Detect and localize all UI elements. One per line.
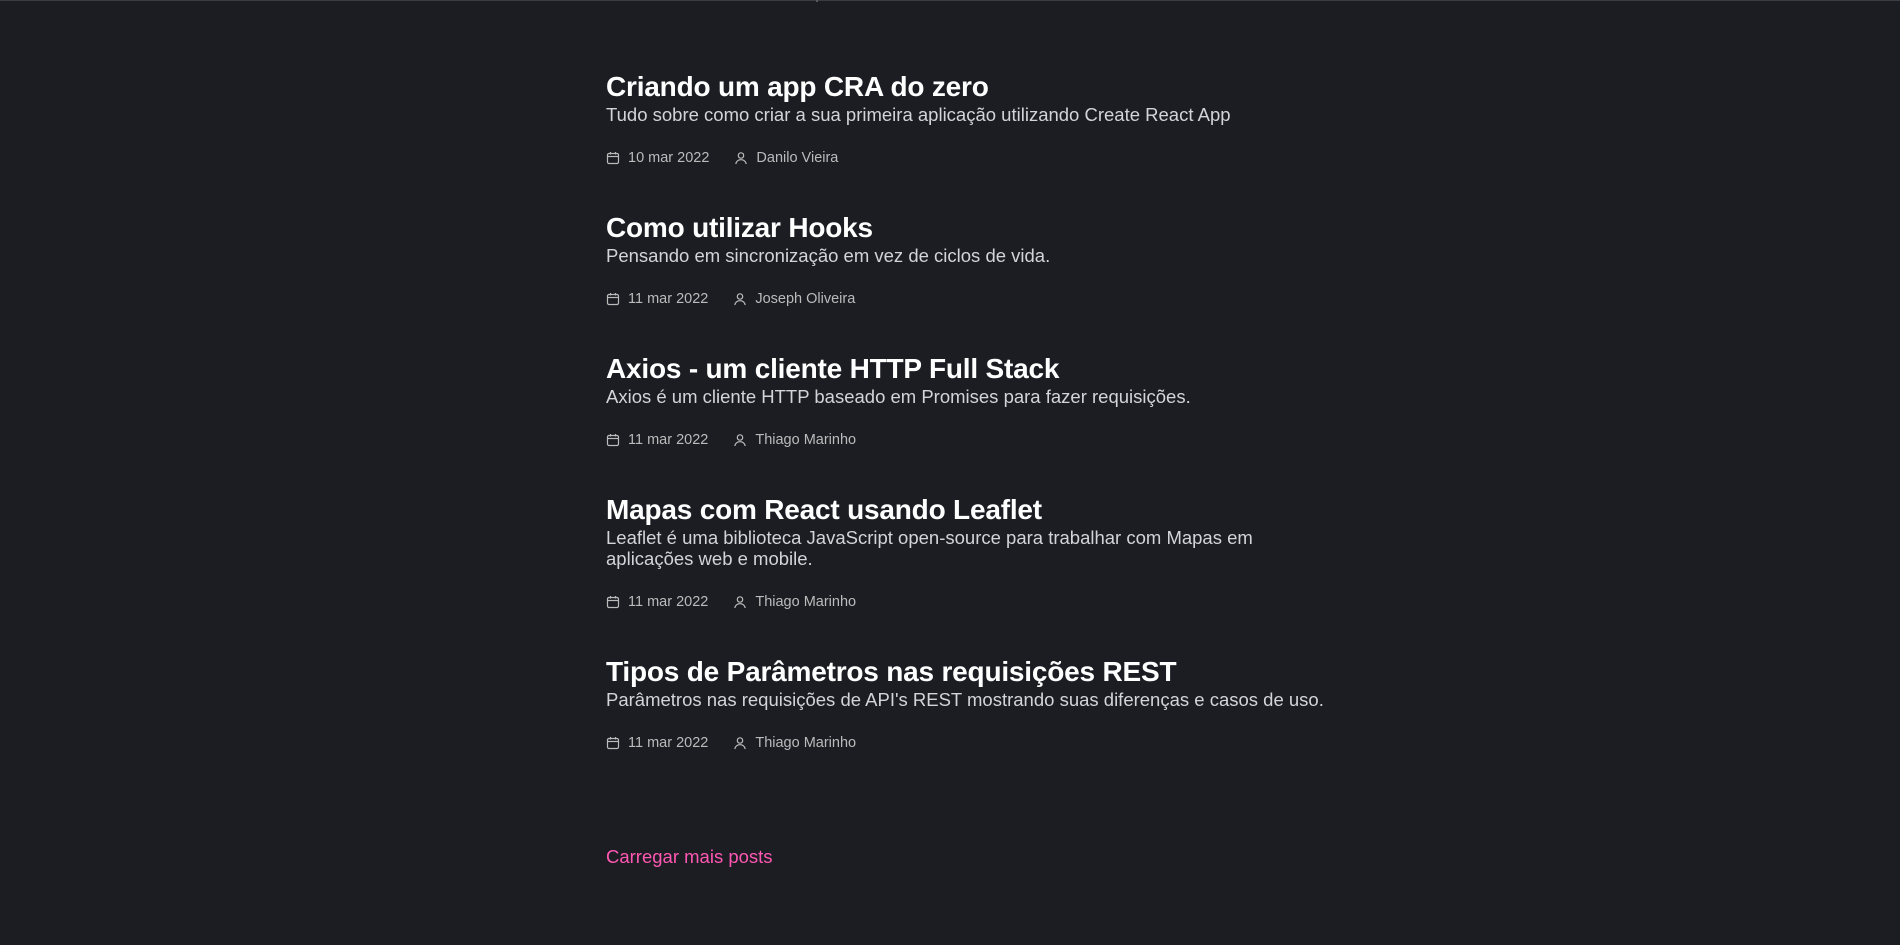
post-card[interactable]: Tipos de Parâmetros nas requisições REST… (606, 655, 1326, 752)
post-meta: 11 mar 2022 Joseph Oliveira (606, 290, 1326, 308)
post-card[interactable]: Criando um app CRA do zero Tudo sobre co… (606, 70, 1326, 167)
post-date: 11 mar 2022 (606, 431, 708, 449)
post-author: Danilo Vieira (734, 149, 838, 167)
post-subtitle: Pensando em sincronização em vez de cicl… (606, 245, 1051, 266)
calendar-icon (606, 736, 620, 750)
post-title[interactable]: Como utilizar Hooks (606, 211, 1326, 244)
post-meta: 11 mar 2022 Thiago Marinho (606, 593, 1326, 611)
post-author-name: Thiago Marinho (755, 432, 857, 448)
post-author-name: Joseph Oliveira (755, 291, 856, 307)
post-subtitle: Axios é um cliente HTTP baseado em Promi… (606, 386, 1191, 407)
user-icon (733, 736, 747, 750)
calendar-icon (606, 433, 620, 447)
user-icon (734, 151, 748, 165)
post-date-text: 10 mar 2022 (628, 150, 710, 166)
post-card[interactable]: Como utilizar Hooks Pensando em sincroni… (606, 211, 1326, 308)
post-card[interactable]: Axios - um cliente HTTP Full Stack Axios… (606, 352, 1326, 449)
post-author: Thiago Marinho (733, 593, 856, 611)
post-list: Criando um app CRA do zero Tudo sobre co… (606, 70, 1326, 796)
calendar-icon (606, 151, 620, 165)
post-date: 10 mar 2022 (606, 149, 709, 167)
post-card[interactable]: Mapas com React usando Leaflet Leaflet é… (606, 493, 1326, 611)
post-meta: 10 mar 2022 Danilo Vieira (606, 149, 1326, 167)
post-subtitle: Leaflet é uma biblioteca JavaScript open… (606, 527, 1253, 569)
calendar-icon (606, 595, 620, 609)
post-title[interactable]: Criando um app CRA do zero (606, 70, 1326, 103)
post-title[interactable]: Axios - um cliente HTTP Full Stack (606, 352, 1326, 385)
post-date-text: 11 mar 2022 (628, 432, 709, 448)
post-date-text: 11 mar 2022 (628, 594, 709, 610)
post-meta: 11 mar 2022 Thiago Marinho (606, 431, 1326, 449)
post-title[interactable]: Mapas com React usando Leaflet (606, 493, 1326, 526)
post-author-name: Thiago Marinho (755, 735, 857, 751)
post-date-text: 11 mar 2022 (628, 291, 709, 307)
post-date: 11 mar 2022 (606, 593, 708, 611)
calendar-icon (606, 292, 620, 306)
post-author: Thiago Marinho (733, 431, 856, 449)
post-subtitle: Tudo sobre como criar a sua primeira apl… (606, 104, 1231, 125)
post-meta: 11 mar 2022 Thiago Marinho (606, 734, 1326, 752)
user-icon (733, 433, 747, 447)
post-date: 11 mar 2022 (606, 734, 708, 752)
post-date: 11 mar 2022 (606, 290, 708, 308)
user-icon (733, 595, 747, 609)
user-icon (733, 292, 747, 306)
post-title[interactable]: Tipos de Parâmetros nas requisições REST (606, 655, 1326, 688)
top-divider (0, 0, 1900, 2)
post-author-name: Danilo Vieira (756, 150, 839, 166)
post-author: Joseph Oliveira (733, 290, 855, 308)
post-author: Thiago Marinho (733, 734, 856, 752)
post-subtitle: Parâmetros nas requisições de API's REST… (606, 689, 1324, 710)
post-author-name: Thiago Marinho (755, 594, 857, 610)
post-date-text: 11 mar 2022 (628, 735, 709, 751)
load-more-posts-button[interactable]: Carregar mais posts (606, 846, 773, 868)
